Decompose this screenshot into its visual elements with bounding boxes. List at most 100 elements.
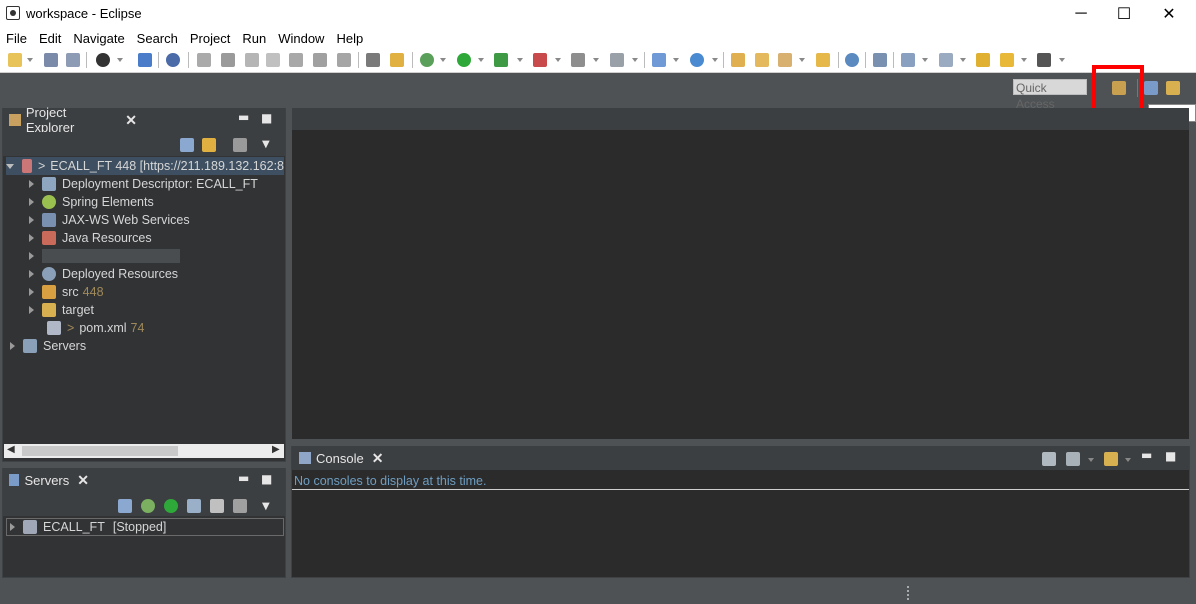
pin-console-dropdown-icon[interactable]: [1088, 458, 1094, 462]
minimize-view-icon[interactable]: ▬: [238, 471, 249, 485]
run-icon[interactable]: [457, 53, 471, 67]
scroll-left-icon[interactable]: ◀: [7, 444, 15, 455]
expand-icon[interactable]: [29, 234, 34, 242]
minimize-button[interactable]: ─: [1058, 0, 1104, 28]
horizontal-scrollbar[interactable]: ◀ ▶: [4, 444, 284, 458]
step-over-icon[interactable]: [313, 53, 327, 67]
debug-config-dropdown-icon[interactable]: [117, 58, 123, 62]
new-server-icon[interactable]: [652, 53, 666, 67]
tasks-icon[interactable]: [873, 53, 887, 67]
stop-icon[interactable]: [571, 53, 585, 67]
toggle-breadcrumb-icon[interactable]: [138, 53, 152, 67]
open-type-icon[interactable]: [731, 53, 745, 67]
menu-search[interactable]: Search: [131, 31, 184, 46]
maximize-button[interactable]: ☐: [1101, 0, 1147, 28]
maximize-view-icon[interactable]: ■: [261, 472, 272, 486]
editor-area[interactable]: [292, 130, 1189, 439]
expand-down-icon[interactable]: [6, 163, 14, 169]
publish-icon[interactable]: [233, 499, 247, 513]
debug-dropdown-icon[interactable]: [440, 58, 446, 62]
step-into-icon[interactable]: [289, 53, 303, 67]
menu-project[interactable]: Project: [184, 31, 236, 46]
drop-to-frame-icon[interactable]: [390, 53, 404, 67]
use-step-filters-icon[interactable]: [366, 53, 380, 67]
back-icon[interactable]: [1000, 53, 1014, 67]
maximize-view-icon[interactable]: ■: [1165, 449, 1176, 463]
tab-project-explorer[interactable]: Project Explorer ✕: [3, 105, 137, 135]
expand-icon[interactable]: [29, 288, 34, 296]
expand-icon[interactable]: [29, 198, 34, 206]
new-dropdown-icon[interactable]: [27, 58, 33, 62]
filter-icon[interactable]: [233, 138, 247, 152]
tree-item[interactable]: [29, 247, 180, 265]
open-console-dropdown-icon[interactable]: [1125, 458, 1131, 462]
external-tools-icon[interactable]: [533, 53, 547, 67]
new-icon[interactable]: [8, 53, 22, 67]
scroll-thumb[interactable]: [22, 446, 178, 456]
step-return-icon[interactable]: [337, 53, 351, 67]
close-icon[interactable]: ✕: [77, 472, 89, 489]
debug-icon[interactable]: [420, 53, 434, 67]
globe-icon[interactable]: [845, 53, 859, 67]
back-history-icon[interactable]: [976, 53, 990, 67]
expand-icon[interactable]: [29, 216, 34, 224]
expand-icon[interactable]: [10, 342, 15, 350]
server-row[interactable]: ECALL_FT [Stopped]: [6, 518, 284, 536]
new-service-icon[interactable]: [690, 53, 704, 67]
minimize-view-icon[interactable]: ▬: [238, 110, 249, 124]
deploy-icon[interactable]: [610, 53, 624, 67]
run-dropdown-icon[interactable]: [478, 58, 484, 62]
close-icon[interactable]: ✕: [125, 112, 137, 129]
brush-icon[interactable]: [778, 53, 792, 67]
tree-item[interactable]: > pom.xml 74: [47, 319, 144, 337]
new-service-dropdown-icon[interactable]: [712, 58, 718, 62]
expand-icon[interactable]: [29, 306, 34, 314]
tree-item[interactable]: target: [29, 301, 94, 319]
new-server-dropdown-icon[interactable]: [673, 58, 679, 62]
tree-item[interactable]: JAX-WS Web Services: [29, 211, 190, 229]
run-server-dropdown-icon[interactable]: [517, 58, 523, 62]
scroll-right-icon[interactable]: ▶: [272, 444, 280, 455]
menu-edit[interactable]: Edit: [33, 31, 67, 46]
tree-item[interactable]: Deployed Resources: [29, 265, 178, 283]
tree-item-servers[interactable]: Servers: [10, 337, 86, 355]
close-icon[interactable]: ✕: [372, 450, 384, 467]
skip-breakpoints-icon[interactable]: [166, 53, 180, 67]
tree-item[interactable]: src 448: [29, 283, 104, 301]
minimize-view-icon[interactable]: ▬: [1141, 448, 1152, 462]
pin-console-icon[interactable]: [1066, 452, 1080, 466]
debug-server-icon[interactable]: [141, 499, 155, 513]
collapse-all-icon[interactable]: [180, 138, 194, 152]
terminate-icon[interactable]: [245, 53, 259, 67]
disconnect-icon[interactable]: [266, 53, 280, 67]
expand-icon[interactable]: [29, 270, 34, 278]
quick-access-input[interactable]: Quick Access: [1013, 79, 1087, 111]
menu-window[interactable]: Window: [272, 31, 330, 46]
back-dropdown-icon[interactable]: [1021, 58, 1027, 62]
link-editor-icon[interactable]: [202, 138, 216, 152]
debug-perspective-icon[interactable]: [1144, 81, 1158, 95]
tree-item[interactable]: Deployment Descriptor: ECALL_FT: [29, 175, 258, 193]
expand-icon[interactable]: [29, 252, 34, 260]
menu-run[interactable]: Run: [236, 31, 272, 46]
tree-item[interactable]: Spring Elements: [29, 193, 154, 211]
stop-server-icon[interactable]: [210, 499, 224, 513]
forward-icon[interactable]: [1037, 53, 1051, 67]
last-edit-dropdown-icon[interactable]: [960, 58, 966, 62]
save-icon[interactable]: [44, 53, 58, 67]
maximize-view-icon[interactable]: ■: [261, 111, 272, 125]
tab-servers[interactable]: Servers ✕: [3, 468, 89, 492]
run-server-icon[interactable]: [494, 53, 508, 67]
collapse-all-icon[interactable]: [118, 499, 132, 513]
start-server-icon[interactable]: [164, 499, 178, 513]
tree-item[interactable]: Java Resources: [29, 229, 152, 247]
expand-icon[interactable]: [10, 523, 15, 531]
tab-console[interactable]: Console ✕: [293, 446, 385, 470]
debug-config-icon[interactable]: [96, 53, 110, 67]
display-console-icon[interactable]: [1042, 452, 1056, 466]
open-resource-icon[interactable]: [755, 53, 769, 67]
menu-navigate[interactable]: Navigate: [67, 31, 130, 46]
profile-server-icon[interactable]: [187, 499, 201, 513]
forward-dropdown-icon[interactable]: [1059, 58, 1065, 62]
menu-file[interactable]: File: [0, 31, 33, 46]
